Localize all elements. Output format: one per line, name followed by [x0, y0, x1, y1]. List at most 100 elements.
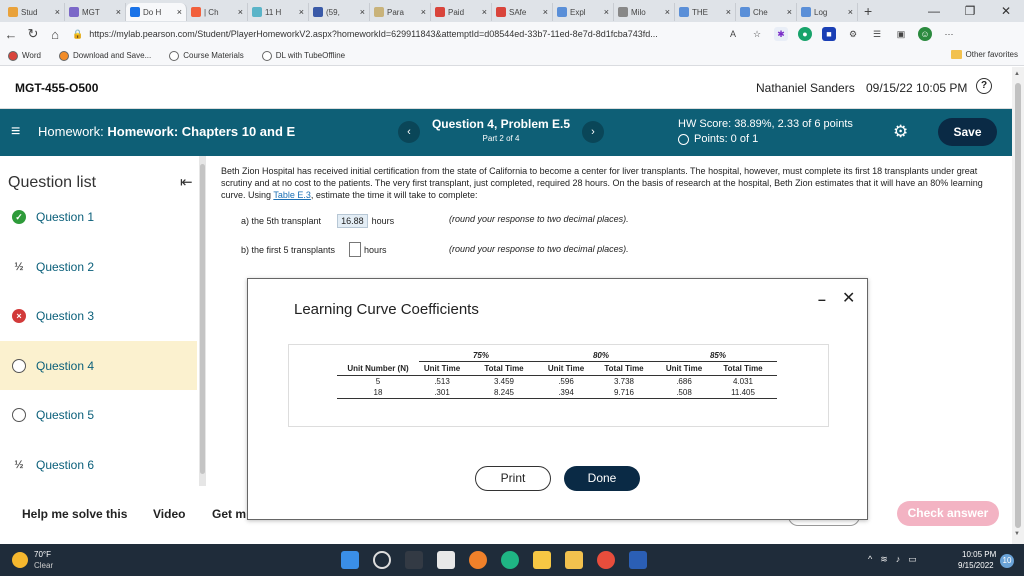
profile-avatar-icon[interactable]: ☺ — [918, 27, 932, 41]
minimize-button[interactable]: — — [916, 0, 952, 22]
browser-tab[interactable]: Log × — [797, 3, 858, 21]
collections-icon[interactable]: ▣ — [894, 27, 908, 41]
tab-close-icon[interactable]: × — [726, 7, 731, 17]
sidebar-scroll-thumb[interactable] — [200, 164, 205, 474]
tab-close-icon[interactable]: × — [604, 7, 609, 17]
weather-moon-icon[interactable] — [12, 552, 28, 568]
tab-close-icon[interactable]: × — [299, 7, 304, 17]
notion-icon[interactable] — [437, 551, 455, 569]
gear-icon[interactable]: ⚙ — [893, 122, 908, 142]
browser-tab[interactable]: 11 H × — [248, 3, 309, 21]
done-button[interactable]: Done — [564, 466, 640, 491]
canva-icon[interactable] — [533, 551, 551, 569]
browser-tab[interactable]: Expl × — [553, 3, 614, 21]
tab-close-icon[interactable]: × — [482, 7, 487, 17]
close-window-button[interactable]: ✕ — [988, 0, 1024, 22]
firefox-icon[interactable] — [469, 551, 487, 569]
favorites-bar-icon[interactable]: ☰ — [870, 27, 884, 41]
browser-tab[interactable]: Para × — [370, 3, 431, 21]
next-question-button[interactable]: › — [582, 121, 604, 143]
bookmark-item[interactable]: Download and Save... — [58, 50, 151, 61]
new-tab-icon[interactable]: + — [864, 3, 872, 19]
collapse-panel-icon[interactable]: ⇤ — [180, 173, 193, 191]
browser-tab[interactable]: SAfe × — [492, 3, 553, 21]
edge-icon[interactable] — [501, 551, 519, 569]
page-scrollbar[interactable]: ▲ ▼ — [1012, 67, 1024, 544]
browser-tab[interactable]: Stud × — [4, 3, 65, 21]
more-menu-icon[interactable]: ⋯ — [942, 27, 956, 41]
tab-close-icon[interactable]: × — [116, 7, 121, 17]
url-field[interactable]: 🔒 https://mylab.pearson.com/Student/Play… — [72, 25, 712, 43]
battery-icon[interactable]: ▭ — [908, 554, 917, 565]
tab-close-icon[interactable]: × — [360, 7, 365, 17]
start-icon[interactable] — [341, 551, 359, 569]
tab-close-icon[interactable]: × — [238, 7, 243, 17]
clock-date[interactable]: 9/15/2022 — [958, 561, 994, 570]
part-b-answer-input[interactable] — [349, 242, 362, 257]
video-button[interactable]: Video — [153, 507, 185, 521]
tab-close-icon[interactable]: × — [543, 7, 548, 17]
browser-tab[interactable]: | Ch × — [187, 3, 248, 21]
tab-close-icon[interactable]: × — [848, 7, 853, 17]
favorite-star-icon[interactable]: ☆ — [750, 27, 764, 41]
tab-close-icon[interactable]: × — [55, 7, 60, 17]
wifi-icon[interactable]: ≋ — [880, 554, 888, 565]
other-favorites[interactable]: Other favorites — [950, 50, 1018, 59]
browser-tab[interactable]: Do H × — [126, 3, 187, 21]
question-list-item[interactable]: Question 4 — [0, 341, 197, 390]
home-icon[interactable]: ⌂ — [44, 27, 66, 42]
extension-blue-icon[interactable]: ■ — [822, 27, 836, 41]
volume-icon[interactable]: ♪ — [896, 554, 901, 565]
sidebar-scrollbar[interactable] — [199, 156, 206, 486]
browser-tab[interactable]: Milo × — [614, 3, 675, 21]
task-view-icon[interactable] — [405, 551, 423, 569]
close-dialog-icon[interactable]: ✕ — [842, 288, 855, 308]
user-name[interactable]: Nathaniel Sanders — [756, 81, 855, 95]
save-button[interactable]: Save — [938, 118, 997, 146]
extension-green-icon[interactable]: ● — [798, 27, 812, 41]
read-aloud-icon[interactable]: A — [726, 27, 740, 41]
previous-question-button[interactable]: ‹ — [398, 121, 420, 143]
scroll-up-icon[interactable]: ▲ — [1014, 71, 1020, 77]
app-red-icon[interactable] — [597, 551, 615, 569]
table-e3-link[interactable]: Table E.3 — [273, 190, 311, 200]
bookmark-item[interactable]: Word — [8, 50, 41, 61]
browser-tab[interactable]: MGT × — [65, 3, 126, 21]
bookmark-item[interactable]: Course Materials — [169, 50, 244, 61]
question-list-item[interactable]: ½ Question 6 — [0, 440, 197, 489]
bookmark-item[interactable]: DL with TubeOffline — [261, 50, 345, 61]
tray-chevron-icon[interactable]: ^ — [868, 554, 872, 565]
question-list-item[interactable]: Question 5 — [0, 390, 197, 439]
system-tray[interactable]: ^ ≋ ♪ ▭ — [868, 554, 917, 565]
browser-tab[interactable]: THE × — [675, 3, 736, 21]
question-list-item[interactable]: ✓ Question 1 — [0, 192, 197, 241]
menu-icon[interactable]: ≡ — [11, 123, 20, 141]
tab-close-icon[interactable]: × — [177, 7, 182, 17]
part-a-answer[interactable]: 16.88 — [337, 214, 368, 228]
notification-badge[interactable]: 10 — [1000, 554, 1014, 568]
get-more-help-button[interactable]: Get m — [212, 507, 246, 521]
minimize-dialog-icon[interactable]: – — [818, 291, 826, 307]
scroll-down-icon[interactable]: ▼ — [1014, 531, 1020, 537]
browser-tab[interactable]: Che × — [736, 3, 797, 21]
word-icon[interactable] — [629, 551, 647, 569]
extension-icon[interactable]: ✱ — [774, 27, 788, 41]
question-list-item[interactable]: × Question 3 — [0, 291, 197, 340]
question-list-item[interactable]: ½ Question 2 — [0, 242, 197, 291]
print-button[interactable]: Print — [475, 466, 551, 491]
browser-tab[interactable]: Paid × — [431, 3, 492, 21]
tab-close-icon[interactable]: × — [421, 7, 426, 17]
clock-time[interactable]: 10:05 PM — [962, 550, 996, 559]
browser-tab[interactable]: (59, × — [309, 3, 370, 21]
restore-button[interactable]: ❐ — [952, 0, 988, 22]
tab-close-icon[interactable]: × — [665, 7, 670, 17]
page-scroll-thumb[interactable] — [1015, 83, 1021, 528]
help-icon[interactable]: ? — [976, 78, 992, 94]
extensions-puzzle-icon[interactable]: ⚙ — [846, 27, 860, 41]
back-icon[interactable]: ← — [0, 27, 22, 42]
file-explorer-icon[interactable] — [565, 551, 583, 569]
help-me-solve-button[interactable]: Help me solve this — [22, 507, 127, 521]
refresh-icon[interactable]: ↻ — [22, 26, 44, 42]
tab-close-icon[interactable]: × — [787, 7, 792, 17]
check-answer-button[interactable]: Check answer — [897, 501, 999, 526]
